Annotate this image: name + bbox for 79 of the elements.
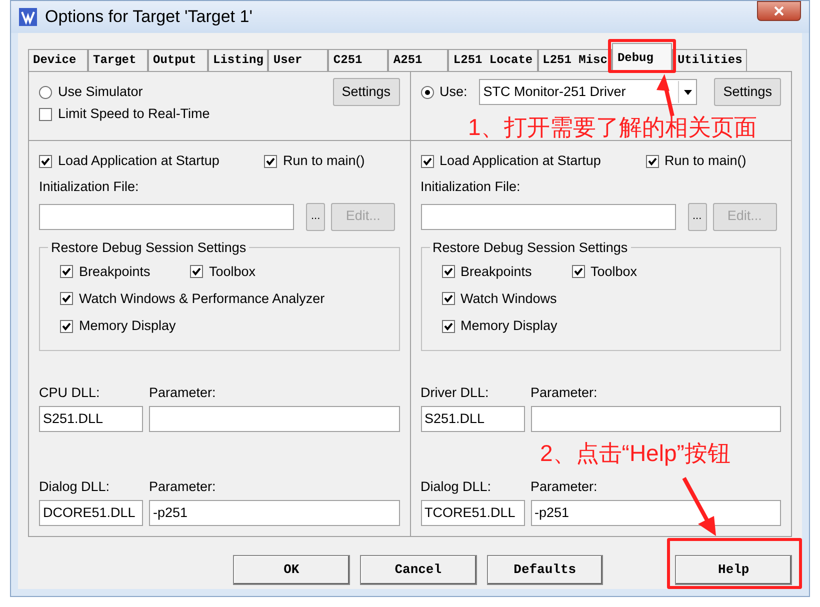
checkbox-label: Run to main() bbox=[283, 152, 365, 170]
dll-field[interactable]: TCORE51.DLL bbox=[420, 500, 524, 526]
tab[interactable]: Utilities bbox=[672, 49, 748, 71]
checkbox-label: Run to main() bbox=[664, 152, 746, 170]
field-label: Parameter: bbox=[530, 478, 598, 496]
close-icon bbox=[774, 6, 784, 16]
annotation-arrow bbox=[682, 477, 716, 536]
parameter-field[interactable]: -p251 bbox=[149, 500, 400, 526]
tab[interactable]: Debug bbox=[612, 43, 672, 71]
checkbox-label: Toolbox bbox=[209, 262, 256, 280]
dialog-button[interactable]: Help bbox=[675, 555, 792, 585]
highlight-frame bbox=[608, 39, 676, 73]
checkbox-label: Memory Display bbox=[79, 317, 176, 335]
field-label: Dialog DLL: bbox=[39, 478, 111, 496]
checkbox[interactable] bbox=[442, 320, 454, 333]
field-label: Parameter: bbox=[149, 478, 216, 496]
browse-button[interactable]: ... bbox=[306, 202, 326, 230]
dll-field[interactable]: DCORE51.DLL bbox=[39, 500, 143, 526]
checkbox[interactable] bbox=[442, 265, 454, 278]
init-file-field[interactable] bbox=[420, 204, 676, 230]
field-label: Initialization File: bbox=[39, 178, 140, 196]
parameter-field[interactable] bbox=[149, 406, 400, 432]
tab[interactable]: Output bbox=[148, 49, 208, 71]
radio-button[interactable] bbox=[420, 86, 434, 98]
checkbox[interactable] bbox=[420, 154, 434, 168]
checkbox[interactable] bbox=[190, 265, 203, 278]
checkbox[interactable] bbox=[60, 292, 73, 306]
driver-dropdown[interactable]: STC Monitor-251 Driver bbox=[479, 79, 698, 105]
field-label: Parameter: bbox=[530, 384, 598, 402]
checkbox-label: Watch Windows & Performance Analyzer bbox=[79, 290, 325, 308]
parameter-field[interactable] bbox=[530, 406, 781, 432]
browse-button[interactable]: ... bbox=[688, 202, 707, 230]
checkbox[interactable] bbox=[60, 320, 73, 333]
close-button[interactable] bbox=[757, 1, 801, 21]
tab[interactable]: Device bbox=[28, 49, 88, 71]
checkbox-label: Load Application at Startup bbox=[440, 152, 601, 170]
radio-label: Use: bbox=[440, 82, 468, 101]
settings-button[interactable]: Settings bbox=[714, 78, 781, 106]
checkbox-label: Toolbox bbox=[590, 262, 638, 280]
checkbox[interactable] bbox=[572, 265, 584, 278]
parameter-field[interactable]: -p251 bbox=[530, 500, 781, 526]
tab[interactable]: A251 bbox=[388, 49, 448, 71]
checkbox[interactable] bbox=[646, 154, 658, 168]
window-title: Options for Target 'Target 1' bbox=[45, 6, 252, 28]
checkbox[interactable] bbox=[442, 292, 454, 306]
field-label: Dialog DLL: bbox=[420, 478, 492, 496]
tab[interactable]: L251 Locate bbox=[448, 49, 538, 71]
dll-field[interactable]: S251.DLL bbox=[39, 406, 143, 432]
checkbox-label: Watch Windows bbox=[460, 290, 557, 308]
checkbox-label: Breakpoints bbox=[79, 262, 150, 281]
annotation-text: 2、点击“Help”按钮 bbox=[540, 439, 730, 468]
field-label: Driver DLL: bbox=[420, 384, 490, 402]
tab[interactable]: Target bbox=[88, 49, 148, 71]
dialog-button[interactable]: OK bbox=[233, 555, 350, 585]
dialog-button[interactable]: Cancel bbox=[360, 555, 476, 585]
checkbox-label: Breakpoints bbox=[460, 262, 532, 281]
checkbox[interactable] bbox=[39, 154, 52, 168]
checkbox-label: Limit Speed to Real-Time bbox=[58, 105, 210, 123]
checkbox[interactable] bbox=[264, 154, 277, 168]
settings-button[interactable]: Settings bbox=[332, 78, 400, 106]
app-icon bbox=[19, 8, 37, 26]
checkbox-label: Memory Display bbox=[460, 317, 558, 335]
annotation-arrow bbox=[656, 74, 674, 116]
dll-field[interactable]: S251.DLL bbox=[420, 406, 524, 432]
checkbox[interactable] bbox=[39, 108, 52, 121]
field-label: Initialization File: bbox=[420, 178, 522, 196]
checkbox-label: Load Application at Startup bbox=[58, 152, 220, 170]
radio-button[interactable] bbox=[39, 86, 52, 98]
annotation-text: 1、打开需要了解的相关页面 bbox=[468, 113, 757, 142]
tab[interactable]: L251 Misc bbox=[538, 49, 612, 71]
checkbox[interactable] bbox=[60, 265, 73, 278]
tab[interactable]: Listing bbox=[208, 49, 268, 71]
radio-label: Use Simulator bbox=[58, 82, 143, 101]
tab[interactable]: C251 bbox=[328, 49, 388, 71]
tab[interactable]: User bbox=[268, 49, 328, 71]
field-label: Parameter: bbox=[149, 384, 216, 402]
dialog-button[interactable]: Defaults bbox=[486, 555, 604, 585]
init-file-field[interactable] bbox=[39, 204, 294, 230]
field-label: CPU DLL: bbox=[39, 384, 101, 402]
